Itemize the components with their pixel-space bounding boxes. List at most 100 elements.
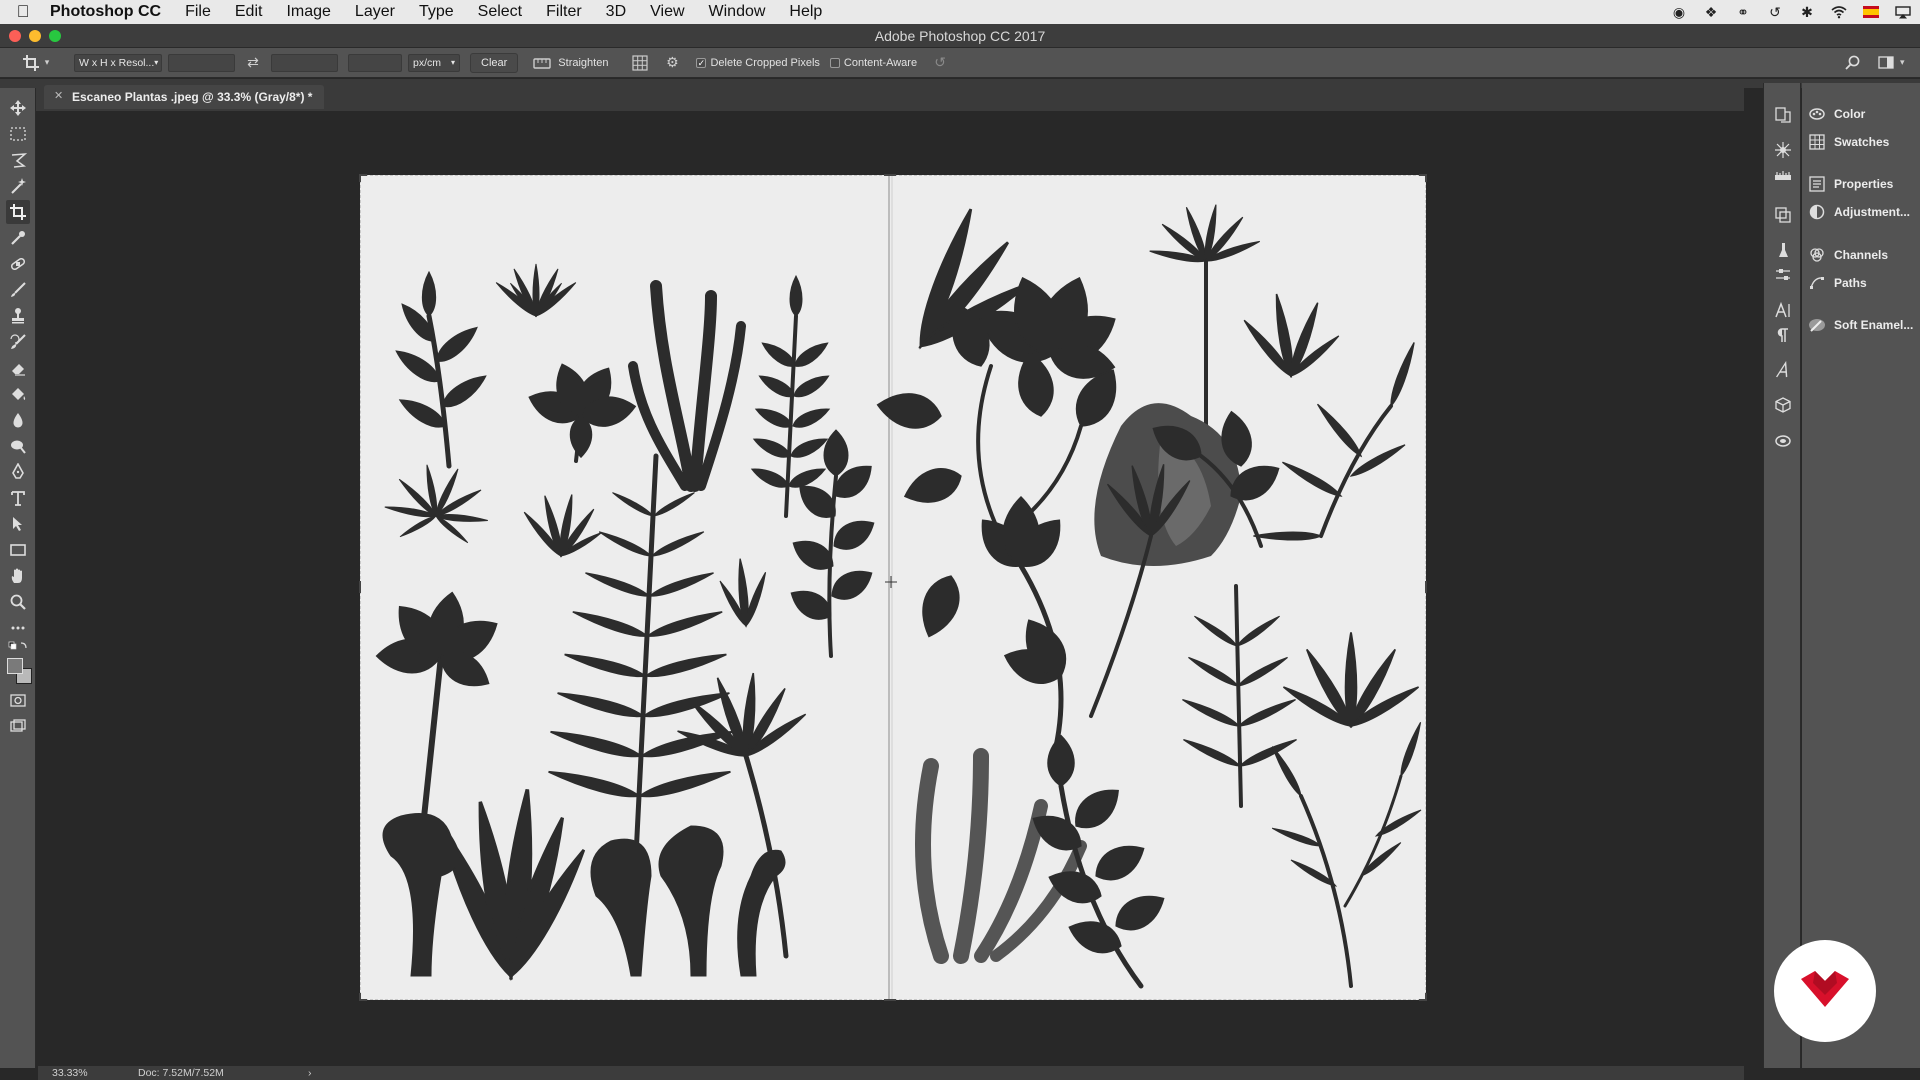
- checkbox-checked[interactable]: ✓: [696, 57, 707, 68]
- crop-tool-preset-icon[interactable]: [20, 54, 42, 72]
- canvas-area[interactable]: [38, 111, 1744, 1065]
- ratio-select[interactable]: W x H x Resol... ▾: [74, 53, 162, 72]
- bluetooth-icon[interactable]: ✱: [1798, 4, 1816, 20]
- menu-3d[interactable]: 3D: [594, 0, 638, 24]
- paint-bucket-tool-icon[interactable]: [6, 382, 30, 406]
- more-tools-icon[interactable]: [6, 616, 30, 640]
- properties-panel-tab[interactable]: Properties: [1808, 170, 1920, 198]
- delete-cropped-pixels-checkbox[interactable]: ✓ Delete Cropped Pixels: [696, 57, 820, 69]
- quick-mask-icon[interactable]: [6, 688, 30, 712]
- language-flag-icon[interactable]: [1862, 4, 1880, 20]
- crop-handle-right[interactable]: [1419, 581, 1427, 593]
- clone-stamp-tool-icon[interactable]: [6, 304, 30, 328]
- soft-enamel-panel-label: Soft Enamel...: [1834, 318, 1914, 332]
- move-tool-icon[interactable]: [6, 96, 30, 120]
- checkbox-unchecked[interactable]: [829, 57, 840, 68]
- swatches-panel-tab[interactable]: Swatches: [1808, 128, 1920, 156]
- straighten-label[interactable]: Straighten: [558, 57, 608, 69]
- menu-filter[interactable]: Filter: [534, 0, 594, 24]
- apple-icon[interactable]: : [0, 2, 46, 22]
- menu-help[interactable]: Help: [777, 0, 834, 24]
- wifi-icon[interactable]: [1830, 4, 1848, 20]
- eraser-tool-icon[interactable]: [6, 356, 30, 380]
- brushes-panel-icon[interactable]: [1771, 238, 1795, 262]
- close-icon[interactable]: ✕: [54, 89, 63, 102]
- paths-panel-tab[interactable]: Paths: [1808, 269, 1920, 297]
- clear-button[interactable]: Clear: [470, 52, 519, 73]
- time-machine-icon[interactable]: ↺: [1766, 4, 1784, 20]
- character-panel-icon[interactable]: [1771, 298, 1795, 322]
- hand-tool-icon[interactable]: [6, 564, 30, 588]
- record-icon[interactable]: ◉: [1670, 4, 1688, 20]
- airplay-icon[interactable]: [1894, 4, 1912, 20]
- overlay-grid-icon[interactable]: [630, 54, 650, 71]
- navigator-panel-icon[interactable]: [1771, 138, 1795, 162]
- channels-panel-tab[interactable]: Channels: [1808, 241, 1920, 269]
- crop-handle-top-right[interactable]: [1419, 174, 1427, 182]
- zoom-level[interactable]: 33.33%: [38, 1067, 138, 1079]
- magic-wand-tool-icon[interactable]: [6, 174, 30, 198]
- rectangle-tool-icon[interactable]: [6, 538, 30, 562]
- crop-tool-icon[interactable]: [6, 200, 30, 224]
- creative-cloud-icon[interactable]: ⚭: [1734, 4, 1752, 20]
- menu-edit[interactable]: Edit: [223, 0, 275, 24]
- content-aware-checkbox[interactable]: Content-Aware: [829, 57, 917, 69]
- crop-handle-bottom-left[interactable]: [359, 993, 367, 1001]
- paragraph-panel-icon[interactable]: [1771, 323, 1795, 347]
- gear-icon[interactable]: ⚙: [662, 54, 682, 71]
- swap-icon[interactable]: ⇄: [235, 54, 271, 71]
- default-colors-icon[interactable]: [6, 638, 30, 654]
- pen-tool-icon[interactable]: [6, 460, 30, 484]
- brush-settings-panel-icon[interactable]: [1771, 263, 1795, 287]
- document-tab[interactable]: ✕ Escaneo Plantas .jpeg @ 33.3% (Gray/8*…: [44, 85, 325, 109]
- status-menu-arrow[interactable]: ›: [308, 1067, 312, 1079]
- screen-mode-icon[interactable]: [6, 714, 30, 738]
- foreground-color-swatch[interactable]: [7, 658, 23, 674]
- adjustments-panel-tab[interactable]: Adjustment...: [1808, 198, 1920, 226]
- 3d-panel-icon[interactable]: [1771, 393, 1795, 417]
- reset-icon[interactable]: ↺: [931, 54, 949, 71]
- menu-image[interactable]: Image: [274, 0, 342, 24]
- layer-comps-panel-icon[interactable]: [1771, 203, 1795, 227]
- glyphs-panel-icon[interactable]: [1771, 358, 1795, 382]
- history-panel-icon[interactable]: [1771, 103, 1795, 127]
- type-tool-icon[interactable]: [6, 486, 30, 510]
- workspace-icon[interactable]: [1876, 56, 1896, 69]
- menu-type[interactable]: Type: [407, 0, 466, 24]
- chevron-down-icon[interactable]: ▾: [42, 57, 52, 68]
- search-icon[interactable]: [1842, 55, 1862, 70]
- menu-file[interactable]: File: [173, 0, 223, 24]
- resolution-field[interactable]: [348, 53, 402, 72]
- crop-handle-bottom-right[interactable]: [1419, 993, 1427, 1001]
- chevron-down-icon[interactable]: ▾: [1900, 57, 1905, 68]
- menu-window[interactable]: Window: [697, 0, 778, 24]
- dropbox-icon[interactable]: ❖: [1702, 4, 1720, 20]
- menu-select[interactable]: Select: [466, 0, 534, 24]
- width-field[interactable]: [168, 53, 235, 72]
- crop-handle-left[interactable]: [359, 581, 367, 593]
- marquee-tool-icon[interactable]: [6, 122, 30, 146]
- menu-view[interactable]: View: [638, 0, 696, 24]
- document-canvas[interactable]: [359, 174, 1427, 1001]
- crop-handle-top[interactable]: [884, 174, 896, 182]
- history-brush-tool-icon[interactable]: [6, 330, 30, 354]
- soft-enamel-panel-tab[interactable]: Soft Enamel...: [1808, 311, 1920, 339]
- menu-layer[interactable]: Layer: [343, 0, 407, 24]
- eyedropper-tool-icon[interactable]: [6, 226, 30, 250]
- units-select[interactable]: px/cm ▾: [408, 53, 460, 72]
- crop-handle-top-left[interactable]: [359, 174, 367, 182]
- crop-handle-bottom[interactable]: [884, 993, 896, 1001]
- libraries-panel-icon[interactable]: [1771, 428, 1795, 452]
- path-selection-tool-icon[interactable]: [6, 512, 30, 536]
- straighten-icon[interactable]: [532, 56, 552, 70]
- ruler-panel-icon[interactable]: [1771, 163, 1795, 187]
- brush-tool-icon[interactable]: [6, 278, 30, 302]
- menu-app-name[interactable]: Photoshop CC: [46, 0, 173, 24]
- dodge-tool-icon[interactable]: [6, 434, 30, 458]
- zoom-tool-icon[interactable]: [6, 590, 30, 614]
- height-field[interactable]: [271, 53, 338, 72]
- color-panel-tab[interactable]: Color: [1808, 100, 1920, 128]
- healing-brush-tool-icon[interactable]: [6, 252, 30, 276]
- lasso-tool-icon[interactable]: [6, 148, 30, 172]
- blur-tool-icon[interactable]: [6, 408, 30, 432]
